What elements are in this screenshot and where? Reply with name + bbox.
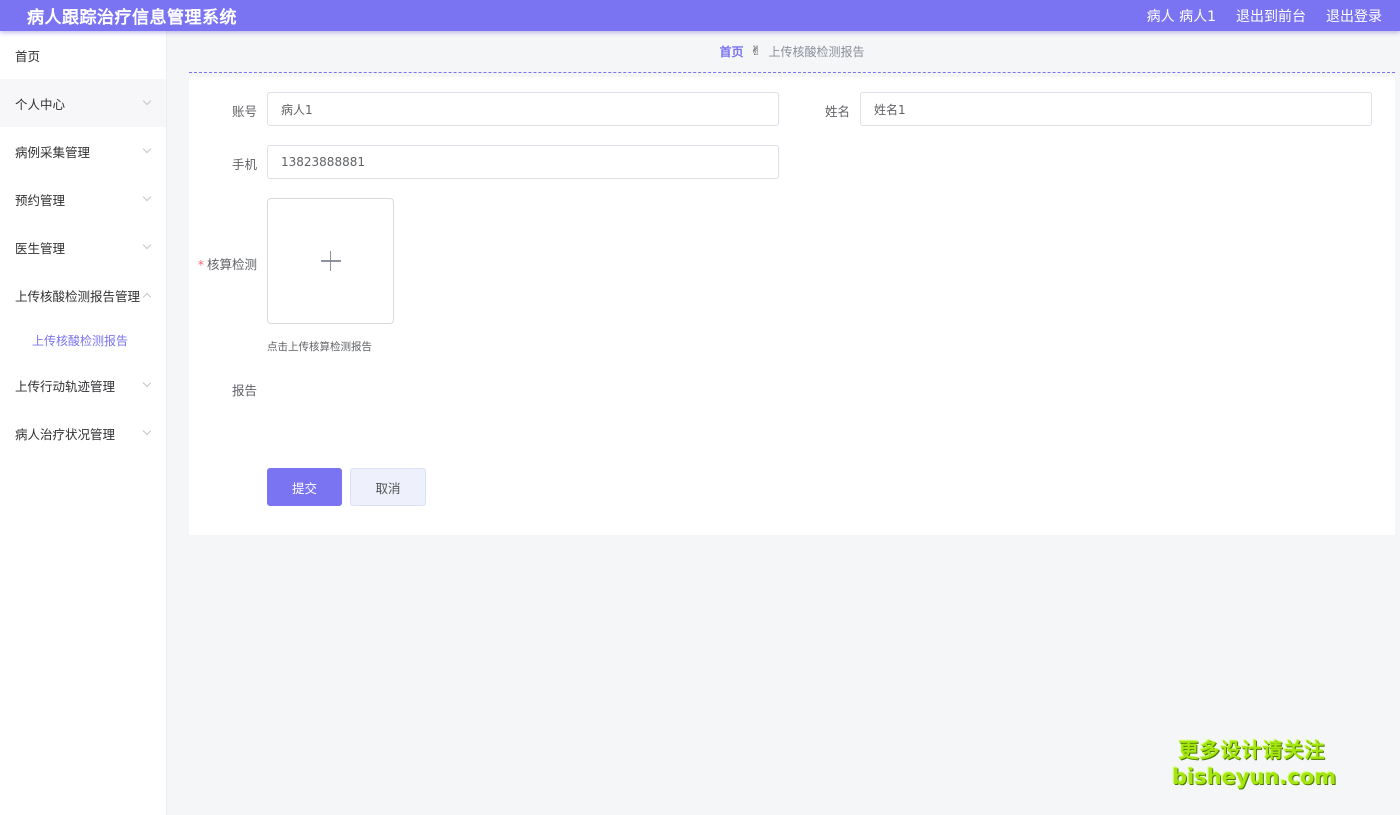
required-mark: * xyxy=(197,257,204,272)
account-label: 账号 xyxy=(231,104,257,119)
current-user-label: 病人 病人1 xyxy=(1146,8,1216,25)
nucleic-test-label-text: 核算检测 xyxy=(206,257,257,272)
sidebar-item-label: 上传行动轨迹管理 xyxy=(15,378,116,394)
sidebar-item-personal-center[interactable]: 个人中心 xyxy=(0,79,166,127)
sidebar-item-label: 个人中心 xyxy=(15,96,66,112)
sidebar-item-appointments[interactable]: 预约管理 xyxy=(0,175,166,223)
chevron-down-icon xyxy=(142,378,152,388)
breadcrumb-current: 上传核酸检测报告 xyxy=(768,45,865,59)
sidebar-item-label: 上传核酸检测报告管理 xyxy=(15,288,141,304)
sidebar-item-label: 首页 xyxy=(15,48,41,64)
name-label: 姓名 xyxy=(824,104,850,119)
logout-link[interactable]: 退出登录 xyxy=(1326,6,1382,26)
nucleic-test-label: * 核算检测 xyxy=(177,254,257,273)
header-actions: 病人 病人1 退出到前台 退出登录 xyxy=(1127,6,1382,26)
top-header: 病人跟踪治疗信息管理系统 病人 病人1 退出到前台 退出登录 xyxy=(0,0,1400,31)
phone-field[interactable]: 13823888881 xyxy=(267,145,779,179)
sidebar-item-label: 预约管理 xyxy=(15,192,66,208)
account-field[interactable]: 病人1 xyxy=(267,92,779,126)
chevron-up-icon xyxy=(142,292,152,301)
upload-nucleic-test-button[interactable] xyxy=(267,198,394,324)
submit-button[interactable]: 提交 xyxy=(267,468,342,506)
sidebar-item-trajectory-management[interactable]: 上传行动轨迹管理 xyxy=(0,361,166,409)
sidebar-subitem-label: 上传核酸检测报告 xyxy=(32,333,129,348)
chevron-down-icon xyxy=(142,96,152,106)
report-label: 报告 xyxy=(231,383,257,398)
chevron-down-icon xyxy=(142,426,152,436)
sidebar-subitem-upload-nucleic-report[interactable]: 上传核酸检测报告 xyxy=(0,319,166,361)
plus-icon xyxy=(320,251,341,271)
hand-icon: ✌ xyxy=(750,44,762,59)
chevron-down-icon xyxy=(142,240,152,250)
breadcrumb-home-link[interactable]: 首页 xyxy=(720,43,744,60)
watermark-line1: 更多设计请关注 xyxy=(1178,738,1326,762)
report-form: 账号 病人1 姓名 姓名1 手机 13823888881 * 核算检测 点击上传核… xyxy=(189,77,1395,535)
sidebar-item-label: 病例采集管理 xyxy=(15,144,91,160)
breadcrumb: 首页 ✌ 上传核酸检测报告 xyxy=(189,31,1395,73)
sidebar-item-nucleic-report-management[interactable]: 上传核酸检测报告管理 xyxy=(0,271,166,319)
sidebar: 首页 个人中心 病例采集管理 预约管理 医生管理 上传核酸检测报告管理 上传核酸… xyxy=(0,31,167,815)
phone-label: 手机 xyxy=(231,157,257,172)
sidebar-item-doctors[interactable]: 医生管理 xyxy=(0,223,166,271)
watermark-line2: bisheyun.com xyxy=(1172,765,1337,789)
name-field[interactable]: 姓名1 xyxy=(860,92,1372,126)
chevron-down-icon xyxy=(142,144,152,154)
upload-tip: 点击上传核算检测报告 xyxy=(267,341,372,353)
sidebar-item-label: 医生管理 xyxy=(15,240,66,256)
app-title: 病人跟踪治疗信息管理系统 xyxy=(27,8,237,28)
sidebar-item-case-collection[interactable]: 病例采集管理 xyxy=(0,127,166,175)
exit-to-frontend-link[interactable]: 退出到前台 xyxy=(1236,6,1306,26)
watermark: 更多设计请关注 bisheyun.com xyxy=(1172,737,1337,790)
sidebar-item-label: 病人治疗状况管理 xyxy=(15,426,116,442)
sidebar-item-home[interactable]: 首页 xyxy=(0,31,166,79)
cancel-button[interactable]: 取消 xyxy=(350,468,426,506)
sidebar-item-treatment-status[interactable]: 病人治疗状况管理 xyxy=(0,409,166,457)
chevron-down-icon xyxy=(142,192,152,202)
